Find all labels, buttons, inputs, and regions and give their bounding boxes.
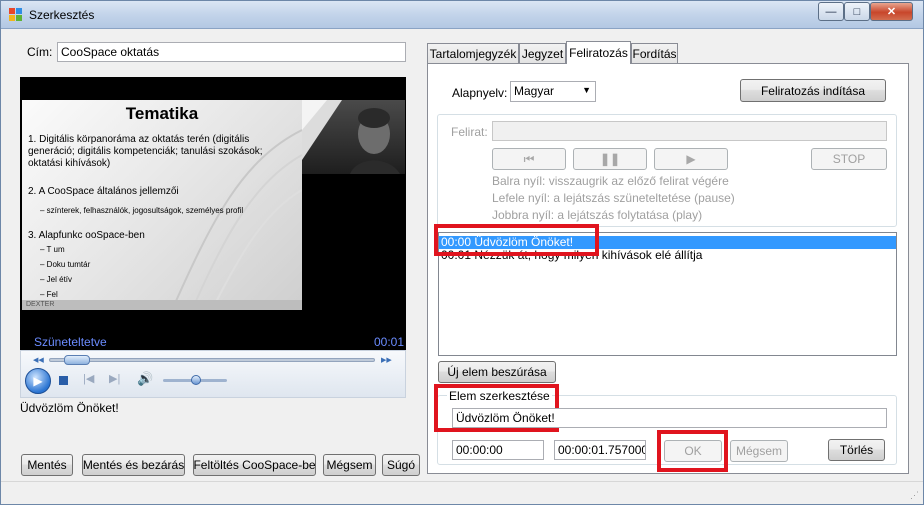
slide-footer-text: DEXTER (26, 301, 55, 308)
tab-notes[interactable]: Jegyzet (519, 43, 566, 63)
seek-back-icon[interactable]: ◀◀ (33, 356, 44, 364)
save-and-close-button[interactable]: Mentés és bezárás (82, 454, 185, 476)
start-time-input[interactable]: 00:00:00 (452, 440, 544, 460)
help-button[interactable]: Súgó (382, 454, 420, 476)
volume-handle[interactable] (191, 375, 201, 385)
stop-icon[interactable] (59, 376, 68, 385)
tab-table-of-contents[interactable]: Tartalomjegyzék (427, 43, 519, 63)
previous-icon[interactable]: |◀ (83, 372, 94, 385)
stop-button[interactable]: STOP (811, 148, 887, 170)
webcam-image (302, 100, 405, 174)
slide-line: generáció; digitális kompetenciák; tanul… (28, 146, 263, 157)
volume-icon[interactable]: 🔊 (137, 371, 153, 387)
delete-button[interactable]: Törlés (828, 439, 885, 461)
slide-sub-item: – Jel étív (40, 275, 73, 284)
edit-caption-input[interactable]: Üdvözlöm Önöket! (452, 408, 887, 428)
play-icon: ▶ (686, 152, 696, 166)
slide-line: 2. A CooSpace általános jellemzői (28, 186, 179, 197)
save-button[interactable]: Mentés (21, 454, 73, 476)
jump-back-button[interactable]: ⏮ (492, 148, 566, 170)
slide-sub-item: – T um (40, 245, 65, 254)
slide-line: 3. Alapfunkc ooSpace-ben (28, 230, 145, 241)
tab-captioning[interactable]: Feliratozás (566, 41, 631, 64)
webcam-person-figure (302, 100, 400, 174)
app-icon (9, 8, 23, 22)
slide-line: oktatási kihívások) (28, 158, 111, 169)
title-label: Cím: (27, 45, 53, 59)
pause-icon: ❚❚ (599, 152, 621, 166)
tab-translation[interactable]: Fordítás (631, 43, 678, 63)
caption-input[interactable] (492, 121, 887, 141)
resize-grip-icon[interactable]: ⋰ (910, 490, 919, 501)
maximize-button[interactable]: □ (844, 2, 870, 21)
start-captioning-button[interactable]: Feliratozás indítása (740, 79, 886, 102)
hint-right-arrow: Jobbra nyíl: a lejátszás folytatása (pla… (492, 208, 703, 222)
video-status: Szüneteltetve (34, 335, 107, 349)
slide-image: Tematika 1. Digitális körpanoráma az okt… (22, 100, 302, 310)
cancel-button[interactable]: Mégsem (323, 454, 376, 476)
slide-footer-bar (22, 300, 302, 310)
title-bar: Szerkesztés — □ ✕ (1, 1, 923, 29)
play-icon[interactable]: ▶ (25, 368, 51, 394)
title-input[interactable]: CooSpace oktatás (57, 42, 406, 62)
chevron-down-icon: ▼ (582, 85, 591, 95)
highlight-box (657, 430, 728, 472)
caption-label: Felirat: (451, 125, 488, 139)
end-time-input[interactable]: 00:00:01.7570000 (554, 440, 646, 460)
close-button[interactable]: ✕ (870, 2, 913, 21)
cancel-edit-button[interactable]: Mégsem (730, 440, 788, 462)
status-bar: ⋰ (1, 481, 923, 504)
minimize-button[interactable]: — (818, 2, 844, 21)
editor-window: Szerkesztés — □ ✕ Cím: CooSpace oktatás … (0, 0, 924, 505)
base-language-select[interactable]: Magyar ▼ (510, 81, 596, 102)
play-button[interactable]: ▶ (654, 148, 728, 170)
slide-sub-item: – színterek, felhasználók, jogosultságok… (40, 206, 244, 215)
slide-sub-item: – Doku tumtár (40, 260, 91, 269)
rewind-icon: ⏮ (523, 151, 535, 166)
slide-title: Tematika (125, 104, 199, 123)
media-player-controls: ◀◀ ▶▶ ▶ |◀ ▶| 🔊 (20, 350, 406, 398)
pause-button[interactable]: ❚❚ (573, 148, 647, 170)
window-title: Szerkesztés (29, 8, 95, 22)
highlight-box (434, 224, 599, 256)
video-time: 00:01 (374, 335, 405, 349)
next-icon[interactable]: ▶| (109, 372, 120, 385)
base-language-value: Magyar (514, 84, 555, 98)
upload-coospace-button[interactable]: Feltöltés CooSpace-be (193, 454, 316, 476)
seek-forward-icon[interactable]: ▶▶ (381, 356, 392, 364)
hint-down-arrow: Lefele nyíl: a lejátszás szüneteltetése … (492, 191, 735, 205)
volume-slider[interactable] (163, 375, 227, 385)
seek-handle[interactable] (64, 355, 90, 365)
slide-sub-item: – Fel (40, 290, 58, 299)
video-display[interactable]: Tematika 1. Digitális körpanoráma az okt… (20, 77, 406, 350)
caption-preview: Üdvözlöm Önöket! (20, 401, 119, 415)
seek-bar[interactable] (49, 355, 375, 365)
insert-item-button[interactable]: Új elem beszúrása (438, 361, 556, 383)
hint-left-arrow: Balra nyíl: visszaugrik az előző felirat… (492, 174, 729, 188)
slide-line: 1. Digitális körpanoráma az oktatás teré… (28, 134, 250, 145)
base-language-label: Alapnyelv: (452, 86, 508, 100)
